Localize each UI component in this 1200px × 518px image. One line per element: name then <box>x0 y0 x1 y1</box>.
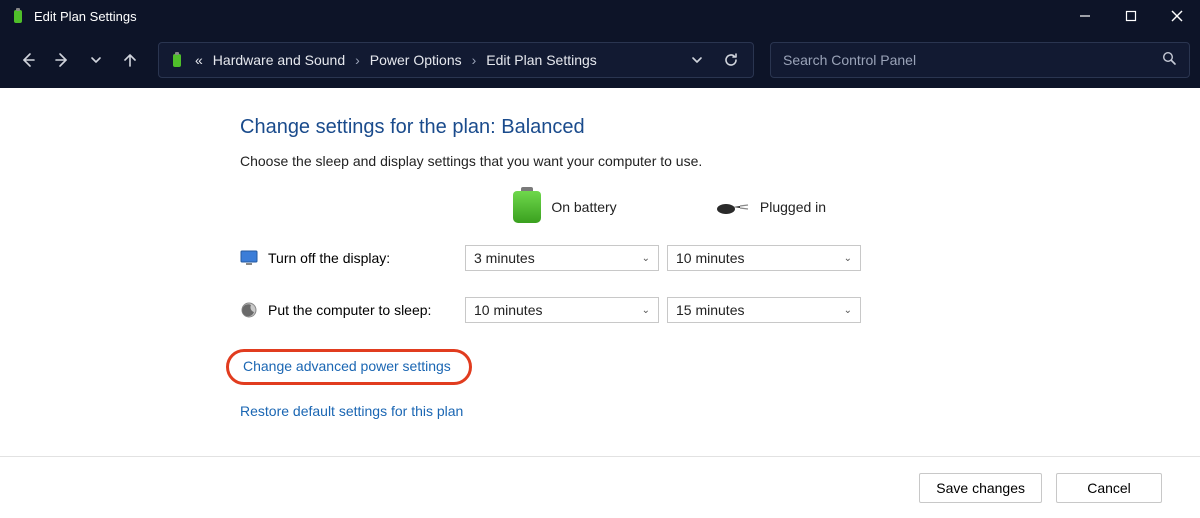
search-icon[interactable] <box>1162 51 1177 69</box>
battery-icon <box>513 191 541 223</box>
up-button[interactable] <box>116 46 144 74</box>
plug-icon <box>716 197 750 217</box>
moon-icon <box>240 301 258 319</box>
content-area: Change settings for the plan: Balanced C… <box>0 88 1200 419</box>
dropdown-value: 3 minutes <box>474 250 535 266</box>
breadcrumb-item[interactable]: Power Options <box>370 52 462 68</box>
breadcrumb-separator-icon: › <box>355 52 360 68</box>
window-controls <box>1062 0 1200 32</box>
sleep-plugged-dropdown[interactable]: 15 minutes ⌄ <box>667 297 861 323</box>
maximize-button[interactable] <box>1108 0 1154 32</box>
minimize-button[interactable] <box>1062 0 1108 32</box>
search-input[interactable] <box>783 52 1152 68</box>
chevron-down-icon: ⌄ <box>642 253 650 264</box>
forward-button[interactable] <box>48 46 76 74</box>
battery-app-icon <box>10 8 26 24</box>
address-bar[interactable]: « Hardware and Sound › Power Options › E… <box>158 42 754 78</box>
put-computer-to-sleep-row: Put the computer to sleep: 10 minutes ⌄ … <box>240 297 1000 323</box>
footer: Save changes Cancel <box>0 456 1200 518</box>
restore-link-row: Restore default settings for this plan <box>240 403 1000 419</box>
address-dropdown-button[interactable] <box>685 48 709 72</box>
column-headers: On battery Plugged in <box>240 191 1000 223</box>
search-bar[interactable] <box>770 42 1190 78</box>
page-subtitle: Choose the sleep and display settings th… <box>240 153 1000 169</box>
navbar: « Hardware and Sound › Power Options › E… <box>0 32 1200 88</box>
dropdown-value: 10 minutes <box>474 302 542 318</box>
recent-locations-button[interactable] <box>82 46 110 74</box>
breadcrumb: « Hardware and Sound › Power Options › E… <box>195 52 675 68</box>
change-advanced-power-settings-link[interactable]: Change advanced power settings <box>243 358 451 374</box>
chevron-down-icon: ⌄ <box>642 305 650 316</box>
display-plugged-dropdown[interactable]: 10 minutes ⌄ <box>667 245 861 271</box>
breadcrumb-prefix: « <box>195 52 203 68</box>
breadcrumb-item[interactable]: Edit Plan Settings <box>486 52 597 68</box>
dropdown-value: 15 minutes <box>676 302 744 318</box>
on-battery-label: On battery <box>551 199 616 215</box>
dropdown-value: 10 minutes <box>676 250 744 266</box>
highlight-annotation: Change advanced power settings <box>226 349 472 385</box>
turn-off-display-row: Turn off the display: 3 minutes ⌄ 10 min… <box>240 245 1000 271</box>
window-title: Edit Plan Settings <box>34 9 1062 24</box>
plugged-in-label: Plugged in <box>760 199 826 215</box>
cancel-button[interactable]: Cancel <box>1056 473 1162 503</box>
battery-breadcrumb-icon <box>169 52 185 68</box>
advanced-link-row: Change advanced power settings <box>240 349 1000 385</box>
titlebar: Edit Plan Settings <box>0 0 1200 32</box>
close-button[interactable] <box>1154 0 1200 32</box>
turn-off-display-label: Turn off the display: <box>268 250 390 266</box>
display-icon <box>240 249 258 267</box>
breadcrumb-item[interactable]: Hardware and Sound <box>213 52 345 68</box>
page-title: Change settings for the plan: Balanced <box>240 116 1000 139</box>
sleep-label: Put the computer to sleep: <box>268 302 431 318</box>
display-battery-dropdown[interactable]: 3 minutes ⌄ <box>465 245 659 271</box>
chevron-down-icon: ⌄ <box>844 253 852 264</box>
sleep-battery-dropdown[interactable]: 10 minutes ⌄ <box>465 297 659 323</box>
back-button[interactable] <box>14 46 42 74</box>
chevron-down-icon: ⌄ <box>844 305 852 316</box>
restore-default-settings-link[interactable]: Restore default settings for this plan <box>240 403 463 419</box>
breadcrumb-separator-icon: › <box>472 52 477 68</box>
save-changes-button[interactable]: Save changes <box>919 473 1042 503</box>
refresh-button[interactable] <box>719 48 743 72</box>
